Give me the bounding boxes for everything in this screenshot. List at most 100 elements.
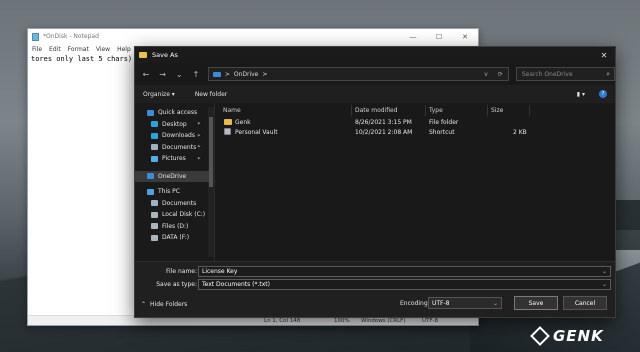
disk-icon — [151, 234, 158, 241]
menu-edit[interactable]: Edit — [49, 46, 61, 53]
menu-file[interactable]: File — [32, 46, 42, 53]
encoding-select[interactable]: UTF-8 ⌄ — [428, 297, 502, 309]
column-separator — [529, 105, 530, 116]
status-encoding: UTF-8 — [422, 317, 439, 324]
hide-folders-label: Hide Folders — [150, 300, 188, 308]
pin-icon: ✦ — [196, 132, 201, 139]
maximize-button[interactable]: ☐ — [426, 33, 452, 41]
notepad-title: *OnDisk - Notepad — [43, 33, 99, 40]
chevron-down-icon: ⌄ — [492, 299, 498, 307]
genk-watermark: GENK — [530, 326, 604, 346]
sidebar-item-documents[interactable]: Documents — [135, 198, 209, 210]
status-zoom: 100% — [334, 317, 350, 324]
path-separator: > — [224, 70, 230, 78]
pin-icon: ✦ — [196, 144, 201, 151]
dialog-title: Save As — [152, 51, 178, 59]
sidebar-item-label: Files (D:) — [162, 222, 189, 230]
sidebar-item-label: Downloads — [162, 132, 195, 140]
chevron-up-icon: ⌃ — [141, 300, 147, 308]
up-arrow-icon[interactable]: ↑ — [191, 70, 201, 79]
pin-icon: ✦ — [196, 121, 201, 128]
file-name: Personal Vault — [235, 128, 278, 136]
notepad-icon — [32, 32, 39, 41]
new-folder-button[interactable]: New folder — [195, 91, 227, 98]
file-name: Genk — [235, 118, 251, 126]
view-options-icon[interactable]: ▮ ▾ — [577, 91, 585, 98]
pin-icon: ✦ — [196, 155, 201, 162]
pc-icon — [147, 188, 154, 195]
sidebar-item-local-disk-c[interactable]: Local Disk (C:) — [135, 209, 209, 221]
help-icon[interactable]: ? — [599, 90, 607, 98]
file-row[interactable]: Genk 8/26/2021 3:15 PM File folder — [215, 117, 615, 127]
hide-folders-toggle[interactable]: ⌃ Hide Folders — [141, 301, 187, 308]
chevron-down-icon[interactable]: ⌄ — [602, 268, 610, 275]
disk-icon — [151, 211, 158, 218]
documents-icon — [151, 144, 158, 151]
file-row[interactable]: Personal Vault 10/2/2021 2:08 AM Shortcu… — [215, 127, 615, 137]
column-name[interactable]: Name — [223, 107, 241, 114]
save-fields: File name: License Key ⌄ Save as type: T… — [135, 261, 615, 291]
file-date: 10/2/2021 2:08 AM — [355, 128, 413, 136]
sidebar-item-quick-access[interactable]: Quick access — [135, 107, 209, 119]
sidebar-item-pictures[interactable]: Pictures ✦ — [135, 153, 209, 165]
breadcrumb-onedrive[interactable]: OnDrive — [234, 71, 259, 78]
address-dropdown-icon[interactable]: v — [484, 71, 488, 78]
sidebar-item-label: Local Disk (C:) — [162, 211, 206, 219]
menu-view[interactable]: View — [96, 46, 110, 53]
sidebar-item-desktop[interactable]: Desktop ✦ — [135, 119, 209, 131]
sidebar-item-data-f[interactable]: DATA (F:) — [135, 232, 209, 244]
notepad-title-bar[interactable]: *OnDisk - Notepad — ☐ ✕ — [28, 29, 478, 44]
minimize-button[interactable]: — — [400, 33, 426, 41]
sidebar-item-label: This PC — [158, 188, 180, 196]
address-bar[interactable]: > OnDrive > v ⟳ — [207, 67, 509, 81]
column-separator — [351, 105, 352, 116]
menu-help[interactable]: Help — [117, 46, 131, 53]
address-row: ← → ⌄ ↑ > OnDrive > v ⟳ Search OneDrive … — [135, 63, 615, 85]
desktop-icon — [151, 121, 158, 128]
nav-scroll-thumb[interactable] — [209, 117, 213, 187]
sidebar-item-onedrive[interactable]: OneDrive — [135, 170, 209, 182]
save-type-value: Text Documents (*.txt) — [202, 280, 271, 288]
star-icon — [147, 109, 154, 116]
organize-button[interactable]: Organize ▾ — [143, 91, 175, 98]
column-date-modified[interactable]: Date modified — [355, 107, 398, 114]
cloud-icon — [212, 71, 221, 77]
dialog-title-bar[interactable]: Save As ✕ — [135, 47, 615, 63]
vault-icon — [224, 128, 231, 135]
sidebar-item-label: Documents — [162, 199, 197, 207]
watermark-text: GENK — [553, 327, 604, 345]
file-type: File folder — [429, 118, 459, 126]
sidebar-item-label: Desktop — [162, 120, 187, 128]
search-input[interactable]: Search OneDrive ⌕ — [515, 67, 615, 81]
refresh-icon[interactable]: ⟳ — [498, 71, 503, 78]
close-button[interactable]: ✕ — [452, 33, 478, 41]
sidebar-item-label: DATA (F:) — [162, 234, 190, 242]
column-separator — [425, 105, 426, 116]
save-button[interactable]: Save — [514, 296, 558, 310]
sidebar-item-downloads[interactable]: Downloads ✦ — [135, 130, 209, 142]
back-arrow-icon[interactable]: ← — [141, 70, 151, 79]
sidebar-item-label: Pictures — [162, 155, 186, 163]
cancel-button[interactable]: Cancel — [563, 296, 607, 310]
chevron-down-icon[interactable]: ⌄ — [174, 70, 184, 79]
search-placeholder: Search OneDrive — [521, 70, 573, 78]
file-name-input[interactable]: License Key ⌄ — [198, 265, 611, 277]
column-size[interactable]: Size — [491, 107, 503, 114]
dialog-footer: ⌃ Hide Folders Encoding: UTF-8 ⌄ Save Ca… — [135, 291, 615, 317]
genk-logo-icon — [530, 326, 550, 346]
sidebar-item-documents[interactable]: Documents ✦ — [135, 142, 209, 154]
column-type[interactable]: Type — [429, 107, 443, 114]
command-bar: Organize ▾ New folder ▮ ▾ ? — [135, 85, 615, 103]
file-size: 2 KB — [513, 128, 527, 136]
status-position: Ln 1, Col 148 — [264, 317, 301, 324]
navigation-pane: Quick access Desktop ✦ Downloads ✦ Documents ✦… — [135, 103, 215, 261]
menu-format[interactable]: Format — [68, 46, 89, 53]
folder-icon — [139, 52, 147, 58]
save-type-label: Save as type: — [156, 280, 197, 288]
chevron-down-icon[interactable]: ⌄ — [602, 281, 610, 288]
sidebar-item-this-pc[interactable]: This PC — [135, 186, 209, 198]
sidebar-item-files-d[interactable]: Files (D:) — [135, 221, 209, 233]
save-type-select[interactable]: Text Documents (*.txt) ⌄ — [198, 278, 611, 290]
close-icon[interactable]: ✕ — [593, 51, 615, 60]
forward-arrow-icon[interactable]: → — [158, 70, 168, 79]
